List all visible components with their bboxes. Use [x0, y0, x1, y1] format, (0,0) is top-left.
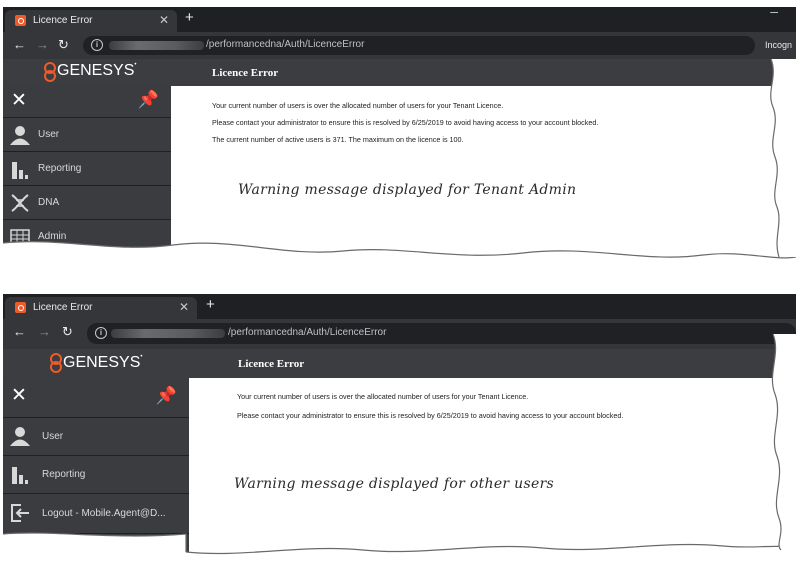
sidebar-item-label: Admin	[38, 231, 67, 242]
sidebar-item-label: User	[38, 129, 60, 140]
pin-icon[interactable]: 📌	[156, 386, 177, 406]
sidebar-item-label: DNA	[38, 197, 60, 208]
redacted-host	[111, 329, 225, 338]
close-menu-icon[interactable]: ✕	[11, 384, 27, 407]
browser-toolbar: ← → ↻ i /performancedna/Auth/LicenceErro…	[3, 319, 796, 349]
sidebar-item-logout[interactable]: Logout - Mobile.Agent@D...	[3, 494, 189, 534]
licence-error-content: Your current number of users is over the…	[189, 378, 796, 570]
browser-tab-bar: Licence Error ✕ +	[3, 294, 796, 319]
address-bar[interactable]: i /performancedna/Auth/LicenceError	[83, 36, 755, 55]
sidebar-item-reporting[interactable]: Reporting	[3, 152, 171, 186]
user-icon	[10, 427, 30, 446]
genesys-favicon-icon	[15, 15, 26, 26]
page-title: Licence Error	[238, 358, 305, 370]
sidebar-item-user[interactable]: User	[3, 418, 189, 456]
new-tab-icon[interactable]: +	[206, 296, 215, 313]
genesys-logo-icon	[49, 353, 62, 373]
forward-arrow-icon[interactable]: →	[36, 37, 49, 52]
reload-icon[interactable]: ↻	[58, 37, 69, 53]
incognito-label: Incogn	[765, 40, 793, 50]
reload-icon[interactable]: ↻	[62, 324, 73, 340]
sidebar-item-label: Reporting	[38, 163, 82, 174]
new-tab-icon[interactable]: +	[185, 9, 194, 26]
sidebar-item-user[interactable]: User	[3, 118, 171, 152]
browser-toolbar: ← → ↻ i /performancedna/Auth/LicenceErro…	[3, 32, 796, 59]
other-users-screenshot: Licence Error ✕ + ← → ↻ i /performancedn…	[3, 294, 796, 570]
annotation-caption: Warning message displayed for Tenant Adm…	[238, 182, 577, 198]
address-url: /performancedna/Auth/LicenceError	[206, 39, 365, 50]
bar-chart-icon	[12, 162, 28, 179]
browser-tab-bar: Licence Error ✕ + –	[3, 7, 796, 32]
back-arrow-icon[interactable]: ←	[13, 324, 26, 339]
address-bar[interactable]: i /performancedna/Auth/LicenceError	[87, 323, 796, 344]
window-minimize-icon[interactable]: –	[770, 7, 778, 19]
browser-tab[interactable]: Licence Error ✕	[5, 10, 177, 32]
app-header: GENESYS• Licence Error	[3, 59, 796, 86]
sidebar-item-label: Reporting	[42, 469, 86, 480]
licence-message: Please contact your administrator to ens…	[212, 118, 599, 127]
tab-close-icon[interactable]: ✕	[179, 300, 189, 314]
licence-message: The current number of active users is 37…	[212, 135, 464, 144]
browser-tab[interactable]: Licence Error ✕	[5, 297, 197, 319]
page-title: Licence Error	[212, 67, 279, 79]
sidebar: ✕ 📌 User Reporting Logout - Mobile.Agent…	[3, 378, 189, 570]
licence-message: Your current number of users is over the…	[237, 392, 529, 401]
tenant-admin-screenshot: Licence Error ✕ + – ← → ↻ i /performance…	[3, 7, 796, 270]
sidebar-item-reporting[interactable]: Reporting	[3, 456, 189, 494]
sidebar-item-dna[interactable]: DNA	[3, 186, 171, 220]
redacted-host	[109, 41, 204, 50]
licence-message: Please contact your administrator to ens…	[237, 411, 624, 420]
forward-arrow-icon[interactable]: →	[38, 324, 51, 339]
brand-name: GENESYS•	[57, 62, 137, 79]
pin-icon[interactable]: 📌	[138, 90, 159, 110]
site-info-icon[interactable]: i	[91, 39, 103, 51]
address-url: /performancedna/Auth/LicenceError	[228, 327, 387, 338]
genesys-logo-icon	[43, 62, 56, 82]
licence-error-content: Your current number of users is over the…	[171, 86, 796, 270]
tab-title: Licence Error	[33, 302, 93, 313]
bar-chart-icon	[12, 467, 28, 484]
site-info-icon[interactable]: i	[95, 327, 107, 339]
close-menu-icon[interactable]: ✕	[11, 89, 27, 112]
dna-icon	[11, 194, 29, 212]
logout-icon	[11, 504, 29, 522]
sidebar: ✕ 📌 User Reporting DNA Admin	[3, 86, 171, 270]
annotation-caption: Warning message displayed for other user…	[234, 476, 555, 492]
user-icon	[10, 126, 30, 145]
brand-name: GENESYS•	[63, 354, 143, 371]
back-arrow-icon[interactable]: ←	[13, 37, 26, 52]
genesys-favicon-icon	[15, 302, 26, 313]
app-header: GENESYS• Licence Error	[3, 349, 796, 378]
tab-close-icon[interactable]: ✕	[159, 13, 169, 27]
sidebar-item-admin[interactable]: Admin	[3, 220, 171, 254]
sidebar-item-label: User	[42, 431, 64, 442]
sidebar-header: ✕ 📌	[3, 86, 171, 118]
sidebar-header: ✕ 📌	[3, 378, 189, 418]
tab-title: Licence Error	[33, 15, 93, 26]
sidebar-item-label: Logout - Mobile.Agent@D...	[42, 508, 166, 519]
admin-grid-icon	[10, 229, 30, 245]
licence-message: Your current number of users is over the…	[212, 101, 504, 110]
